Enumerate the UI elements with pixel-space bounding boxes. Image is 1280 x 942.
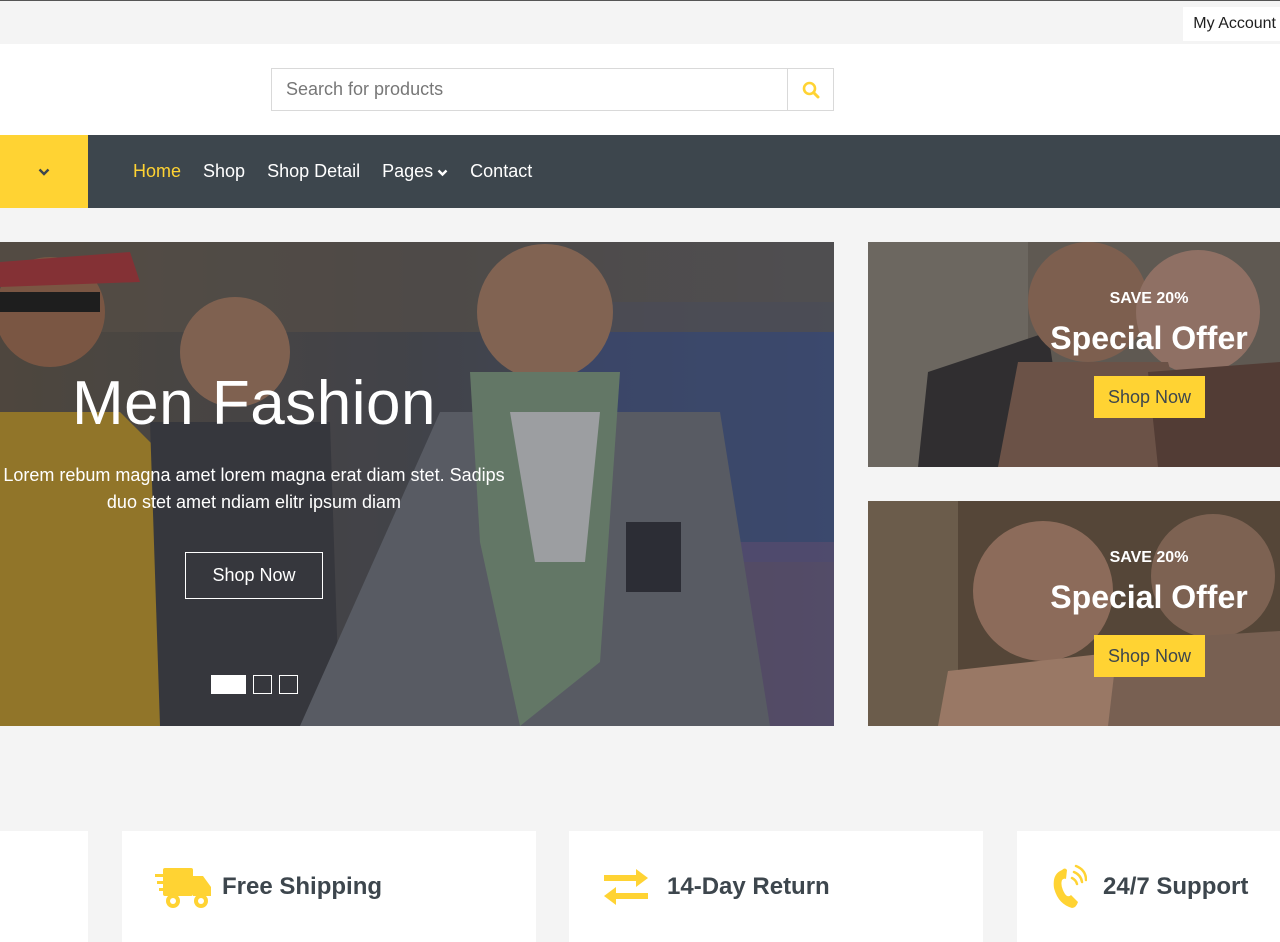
main-navbar: Home Shop Shop Detail Pages Contact [0, 135, 1280, 208]
header [0, 44, 1280, 135]
feature-label: Free Shipping [222, 872, 383, 900]
nav-link-home[interactable]: Home [133, 161, 181, 182]
special-offer-banner: SAVE 20% Special Offer Shop Now [868, 242, 1280, 467]
hero-title: Men Fashion [72, 369, 436, 438]
topbar: My Account [0, 1, 1280, 44]
chevron-down-icon [437, 169, 448, 176]
offer-save-text: SAVE 20% [1109, 549, 1189, 566]
my-account-button[interactable]: My Account [1183, 7, 1280, 41]
feature-card: 24/7 Support [1017, 831, 1280, 942]
truck-icon [155, 867, 211, 908]
carousel-dot[interactable] [211, 675, 246, 694]
phone-icon [1053, 864, 1087, 908]
offer-shop-now-button[interactable]: Shop Now [1094, 376, 1205, 418]
exchange-icon [604, 868, 648, 905]
nav-link-pages-label: Pages [382, 161, 434, 181]
search-form [271, 68, 834, 111]
search-input[interactable] [272, 69, 787, 110]
offer-shop-now-button[interactable]: Shop Now [1094, 635, 1205, 677]
offer-save-text: SAVE 20% [1109, 290, 1189, 307]
carousel-dot[interactable] [253, 675, 272, 694]
chevron-down-icon [38, 168, 50, 176]
nav-links: Home Shop Shop Detail Pages Contact [133, 135, 554, 208]
nav-link-shop[interactable]: Shop [203, 161, 245, 182]
carousel-dot[interactable] [279, 675, 298, 694]
nav-link-pages[interactable]: Pages [382, 161, 448, 182]
search-button[interactable] [787, 69, 833, 110]
feature-card: 14-Day Return [569, 831, 983, 942]
feature-label: 14-Day Return [667, 872, 830, 900]
carousel-indicators [211, 675, 305, 694]
nav-link-contact[interactable]: Contact [470, 161, 532, 182]
special-offer-banner: SAVE 20% Special Offer Shop Now [868, 501, 1280, 726]
hero-text: Lorem rebum magna amet lorem magna erat … [3, 465, 505, 512]
search-icon [802, 81, 819, 98]
hero-shop-now-button[interactable]: Shop Now [185, 552, 323, 599]
feature-label: 24/7 Support [1103, 872, 1249, 900]
categories-toggle[interactable] [0, 135, 88, 208]
nav-link-shop-detail[interactable]: Shop Detail [267, 161, 360, 182]
offer-title: Special Offer [1050, 320, 1248, 356]
feature-card: Free Shipping [122, 831, 536, 942]
offer-title: Special Offer [1050, 579, 1248, 615]
feature-card [0, 831, 88, 942]
